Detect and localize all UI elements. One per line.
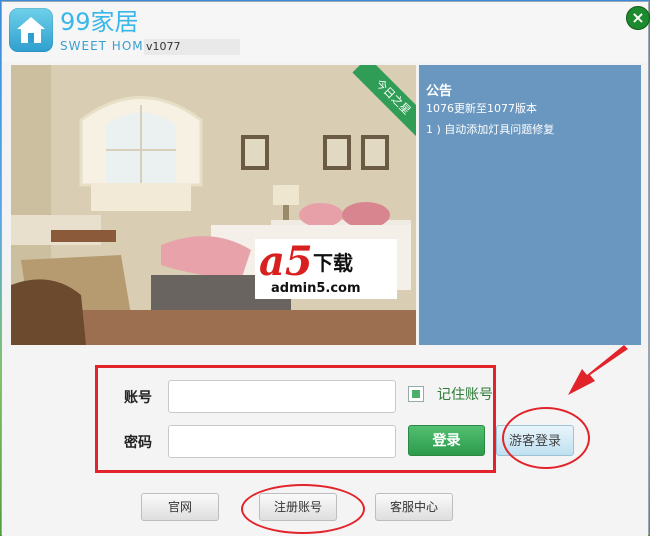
house-logo-icon bbox=[9, 8, 53, 52]
notice-title: 公告 bbox=[426, 84, 453, 99]
notice-line: 1076更新至1077版本 bbox=[426, 102, 537, 115]
notice-panel: 公告 1076更新至1077版本 1 ) 自动添加灯具问题修复 bbox=[419, 65, 641, 345]
title-bar[interactable]: 99家居 SWEET HOME v1077 × bbox=[2, 2, 650, 62]
notice-line: 1 ) 自动添加灯具问题修复 bbox=[426, 123, 555, 136]
close-button[interactable]: × bbox=[626, 6, 650, 30]
watermark-url: admin5.com bbox=[271, 281, 361, 296]
watermark-a5-mark: a5 bbox=[259, 238, 313, 285]
annotation-circle-guest bbox=[502, 407, 590, 469]
support-center-button[interactable]: 客服中心 bbox=[375, 493, 453, 521]
website-button[interactable]: 官网 bbox=[141, 493, 219, 521]
login-window: 99家居 SWEET HOME v1077 × 今日之星 公告 1076更新至1… bbox=[1, 1, 650, 536]
app-logo-text: 99家居 bbox=[60, 8, 139, 36]
banner-image[interactable]: 今日之星 bbox=[11, 65, 416, 345]
annotation-arrow-icon bbox=[568, 345, 628, 395]
watermark-title: 下载 bbox=[313, 251, 353, 275]
bedroom-photo bbox=[11, 65, 416, 345]
annotation-circle-register bbox=[241, 484, 365, 534]
annotation-rectangle bbox=[95, 365, 496, 473]
app-logo-subtitle: SWEET HOME bbox=[60, 39, 153, 53]
watermark-logo: a5 下载 admin5.com bbox=[255, 239, 397, 299]
version-label: v1077 bbox=[144, 39, 240, 55]
